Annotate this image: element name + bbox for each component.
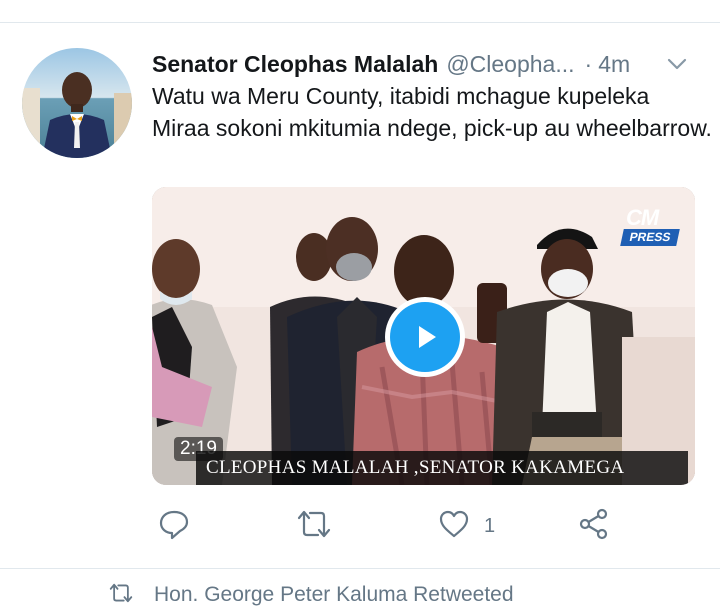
- play-icon[interactable]: [390, 302, 460, 372]
- retweet-context[interactable]: Hon. George Peter Kaluma Retweeted: [108, 580, 514, 610]
- bottom-divider: [0, 568, 720, 569]
- share-icon[interactable]: [578, 508, 610, 545]
- chevron-down-icon[interactable]: [662, 49, 692, 79]
- logo-mark: CM: [626, 205, 659, 230]
- share-button[interactable]: [578, 508, 610, 545]
- heart-icon[interactable]: [438, 508, 470, 545]
- retweet-context-text[interactable]: Hon. George Peter Kaluma Retweeted: [154, 583, 514, 607]
- tweet-header: Senator Cleophas Malalah @Cleopha... · 4…: [152, 47, 700, 81]
- author-handle[interactable]: @Cleopha...: [446, 51, 574, 78]
- tweet-actions: 1: [152, 508, 632, 545]
- press-logo: CM PRESS: [620, 205, 682, 249]
- author-display-name[interactable]: Senator Cleophas Malalah: [152, 51, 438, 78]
- reply-button[interactable]: [158, 509, 190, 543]
- video-caption-bar: CLEOPHAS MALALAH ,SENATOR KAKAMEGA: [196, 451, 688, 485]
- video-player[interactable]: CM PRESS 2:19 CLEOPHAS MALALAH ,SENATOR …: [152, 187, 695, 485]
- tweet[interactable]: Senator Cleophas Malalah @Cleopha... · 4…: [0, 23, 720, 568]
- retweet-icon: [108, 582, 134, 609]
- tweet-timestamp[interactable]: 4m: [598, 51, 630, 78]
- play-button[interactable]: [385, 297, 465, 377]
- logo-label: PRESS: [620, 229, 680, 246]
- like-button[interactable]: 1: [438, 509, 495, 543]
- video-caption: CLEOPHAS MALALAH ,SENATOR KAKAMEGA: [206, 457, 625, 478]
- reply-icon[interactable]: [158, 508, 190, 545]
- tweet-text: Watu wa Meru County, itabidi mchague kup…: [152, 83, 712, 141]
- avatar[interactable]: [22, 48, 132, 158]
- retweet-button[interactable]: [296, 509, 332, 543]
- separator-dot: ·: [584, 50, 593, 77]
- like-count: 1: [484, 514, 496, 537]
- retweet-icon[interactable]: [296, 508, 332, 545]
